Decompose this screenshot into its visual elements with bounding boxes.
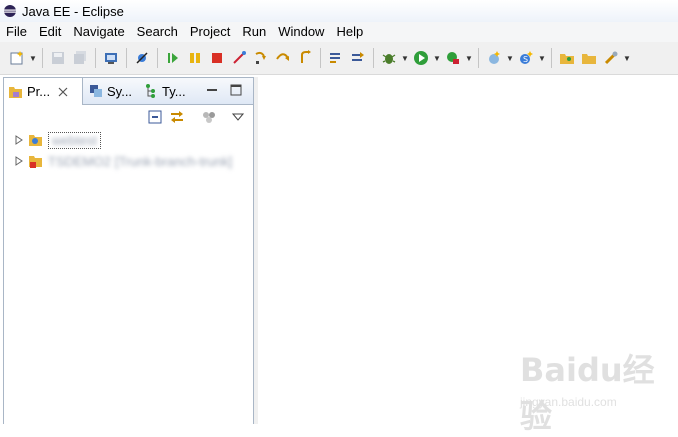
run-dropdown-icon[interactable]: ▼ <box>432 47 442 69</box>
menu-window[interactable]: Window <box>272 22 330 42</box>
maximize-icon[interactable] <box>229 83 243 97</box>
minimize-icon[interactable] <box>205 83 219 97</box>
toolbar-separator <box>157 48 158 68</box>
menu-run[interactable]: Run <box>236 22 272 42</box>
tab-type-hierarchy[interactable]: Ty... <box>139 78 193 104</box>
search-dropdown-icon[interactable]: ▼ <box>622 47 632 69</box>
tree-item[interactable]: webtest <box>4 130 101 150</box>
tab-project-explorer[interactable]: Pr... <box>4 78 83 105</box>
menu-file[interactable]: File <box>0 22 33 42</box>
main-toolbar: ▼ ▼ ▼ ▼ ▼ S ▼ ▼ <box>0 42 678 75</box>
watermark: Baidu经验 jingyan.baidu.com <box>520 345 670 435</box>
synchronize-icon <box>88 83 104 99</box>
skip-breakpoints-icon[interactable] <box>131 47 153 69</box>
focus-active-task-icon[interactable] <box>200 108 218 126</box>
step-over-icon[interactable] <box>272 47 294 69</box>
external-tools-icon[interactable] <box>442 47 464 69</box>
close-icon[interactable] <box>58 87 68 97</box>
project-error-icon <box>28 153 44 169</box>
save-icon[interactable] <box>47 47 69 69</box>
view-toolbar <box>4 105 253 131</box>
project-icon <box>28 132 44 148</box>
tree-item-label: webtest <box>48 131 101 149</box>
use-step-filters-icon[interactable] <box>325 47 347 69</box>
toolbar-separator <box>320 48 321 68</box>
package-explorer-icon <box>8 84 24 100</box>
new-web-service-icon[interactable] <box>483 47 505 69</box>
external-tools-dropdown-icon[interactable]: ▼ <box>464 47 474 69</box>
new-dropdown-icon[interactable]: ▼ <box>28 47 38 69</box>
menu-search[interactable]: Search <box>131 22 184 42</box>
menu-navigate[interactable]: Navigate <box>67 22 130 42</box>
resume-icon[interactable] <box>162 47 184 69</box>
toolbar-separator <box>373 48 374 68</box>
menu-bar: File Edit Navigate Search Project Run Wi… <box>0 22 678 42</box>
window-title: Java EE - Eclipse <box>22 3 124 19</box>
toolbar-separator <box>42 48 43 68</box>
view-menu-icon[interactable] <box>229 108 247 126</box>
debug-dropdown-icon[interactable]: ▼ <box>400 47 410 69</box>
menu-help[interactable]: Help <box>330 22 369 42</box>
step-into-icon[interactable] <box>250 47 272 69</box>
step-return-icon[interactable] <box>294 47 316 69</box>
title-bar: Java EE - Eclipse <box>0 0 678 22</box>
toolbar-separator <box>126 48 127 68</box>
drop-to-frame-icon[interactable] <box>347 47 369 69</box>
terminate-icon[interactable] <box>206 47 228 69</box>
web-service-dropdown-icon[interactable]: ▼ <box>505 47 515 69</box>
project-branch: [Trunk-branch-trunk] <box>114 153 233 169</box>
debug-icon[interactable] <box>378 47 400 69</box>
link-with-editor-icon[interactable] <box>168 108 186 126</box>
toolbar-separator <box>551 48 552 68</box>
menu-edit[interactable]: Edit <box>33 22 67 42</box>
open-type-icon[interactable] <box>556 47 578 69</box>
watermark-url: jingyan.baidu.com <box>520 395 617 409</box>
suspend-icon[interactable] <box>184 47 206 69</box>
new-server-icon[interactable]: S <box>515 47 537 69</box>
tab-synchronize[interactable]: Sy... <box>84 78 138 104</box>
tab-synchronize-label: Sy... <box>107 83 133 99</box>
disconnect-icon[interactable] <box>228 47 250 69</box>
view-tab-bar: Pr... Sy... Ty... <box>4 78 253 105</box>
watermark-brand: Baidu经验 <box>520 351 655 435</box>
expand-arrow-icon[interactable] <box>14 135 24 145</box>
server-dropdown-icon[interactable]: ▼ <box>537 47 547 69</box>
open-task-icon[interactable] <box>578 47 600 69</box>
toolbar-separator <box>95 48 96 68</box>
tab-type-hierarchy-label: Ty... <box>162 83 186 99</box>
save-all-icon[interactable] <box>69 47 91 69</box>
tab-project-explorer-label: Pr... <box>27 84 51 99</box>
tree-item[interactable]: TSDEMO2 [Trunk-branch-trunk] <box>4 151 232 171</box>
expand-arrow-icon[interactable] <box>14 156 24 166</box>
project-name: webtest <box>52 132 97 148</box>
new-icon[interactable] <box>6 47 28 69</box>
run-icon[interactable] <box>410 47 432 69</box>
project-explorer-view: Pr... Sy... Ty... webtest TSDEMO2 [Trunk… <box>3 77 254 424</box>
menu-project[interactable]: Project <box>184 22 236 42</box>
search-icon[interactable] <box>600 47 622 69</box>
project-name: TSDEMO2 <box>48 153 111 169</box>
type-hierarchy-icon <box>143 83 159 99</box>
eclipse-icon <box>3 4 17 18</box>
print-icon[interactable] <box>100 47 122 69</box>
svg-text:S: S <box>523 55 528 64</box>
toolbar-separator <box>478 48 479 68</box>
collapse-all-icon[interactable] <box>146 108 164 126</box>
